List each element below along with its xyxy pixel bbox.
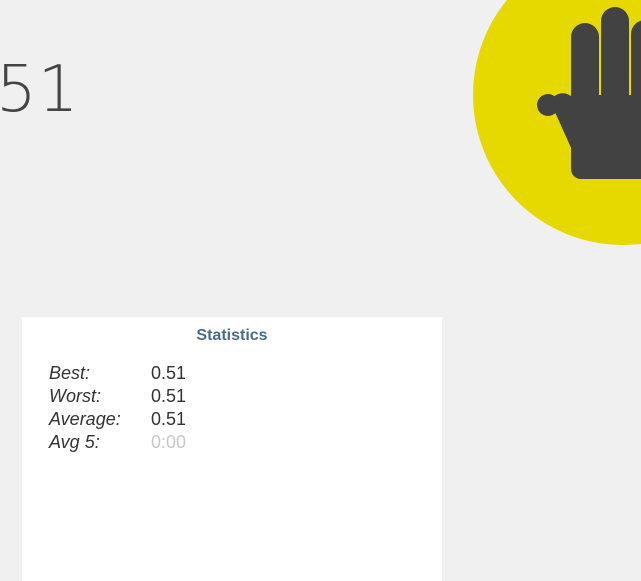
- statistics-table: Best: 0.51 Worst: 0.51 Average: 0.51 Avg…: [49, 362, 186, 454]
- stat-label: Average:: [49, 409, 121, 429]
- stat-label: Best:: [49, 363, 91, 383]
- statistics-panel: Statistics Best: 0.51 Worst: 0.51 Averag…: [22, 317, 442, 581]
- stat-label: Avg 5:: [49, 432, 100, 452]
- stat-value: 0.51: [151, 363, 187, 383]
- hand-stop-icon: [537, 7, 641, 179]
- app-stage: 51 Statistics Best: 0.51 Worst: 0.51 Ave…: [0, 0, 641, 581]
- stat-value: 0.51: [151, 386, 187, 406]
- stop-button[interactable]: [473, 0, 641, 245]
- timer-display: 51: [0, 53, 80, 127]
- stat-value: 0.51: [151, 409, 187, 429]
- stat-row-best: Best: 0.51: [49, 362, 186, 385]
- stat-row-worst: Worst: 0.51: [49, 385, 186, 408]
- stat-row-avg5: Avg 5: 0:00: [49, 431, 186, 454]
- stat-value: 0:00: [151, 432, 187, 452]
- stat-row-average: Average: 0.51: [49, 408, 186, 431]
- statistics-title: Statistics: [196, 327, 268, 344]
- stat-label: Worst:: [49, 386, 101, 406]
